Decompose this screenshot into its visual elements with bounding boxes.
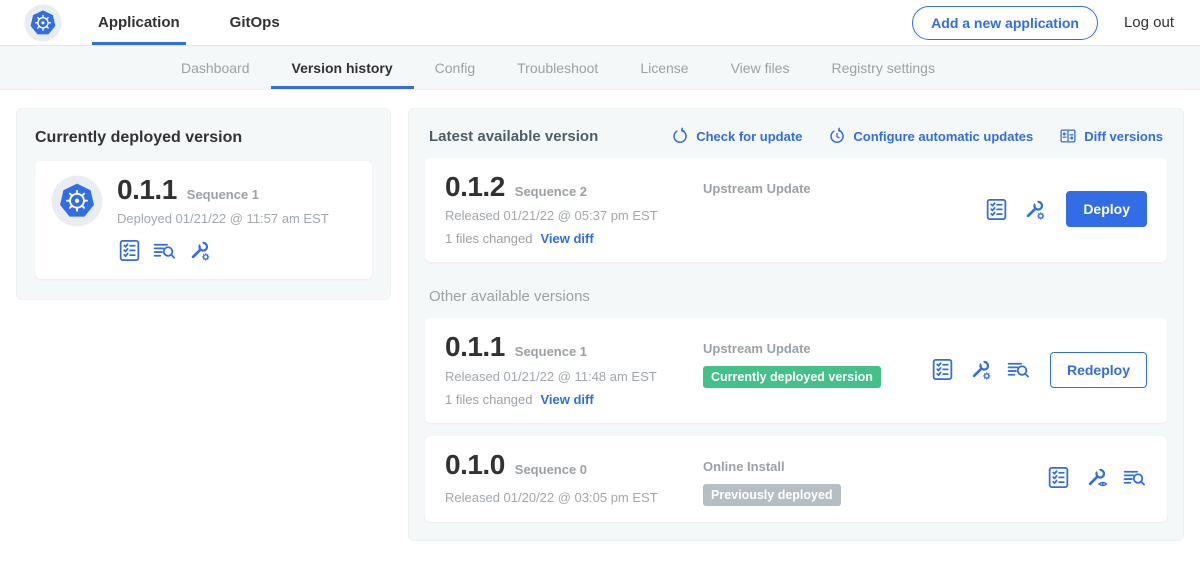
files-changed-label: 1 files changed (445, 392, 532, 407)
row-action-icons (984, 197, 1047, 222)
version-actions-column: Redeploy (930, 352, 1147, 388)
header-tabs: Application GitOps (92, 0, 324, 45)
logout-button[interactable]: Log out (1124, 14, 1174, 31)
version-status-column: Upstream Update Currently deployed versi… (703, 332, 930, 406)
versions-panel-header: Latest available version Check for updat… (425, 123, 1167, 145)
subnav-tab-registry-settings[interactable]: Registry settings (810, 46, 955, 89)
currently-deployed-card: Currently deployed version 0.1.1 Sequenc… (16, 108, 391, 300)
deployed-version-number: 0.1.1 (117, 175, 177, 204)
subnav-tab-view-files[interactable]: View files (710, 46, 811, 89)
config-wrench-gear-icon[interactable] (1022, 197, 1047, 222)
kubernetes-logo-icon (24, 4, 62, 42)
sequence-label: Sequence 2 (515, 184, 587, 199)
status-badge-currently-deployed: Currently deployed version (703, 366, 881, 388)
version-info: 0.1.1 Sequence 1 Released 01/21/22 @ 11:… (445, 332, 703, 406)
main-content: Currently deployed version 0.1.1 Sequenc… (0, 90, 1200, 559)
app-logo-icon (51, 175, 103, 227)
deployed-version-card: 0.1.1 Sequence 1 Deployed 01/21/22 @ 11:… (35, 161, 372, 279)
version-source-label: Upstream Update (703, 341, 930, 356)
deployed-card-title: Currently deployed version (35, 129, 372, 147)
app-subnav: Dashboard Version history Config Trouble… (0, 46, 1200, 90)
versions-panel: Latest available version Check for updat… (408, 108, 1184, 541)
refresh-icon (671, 127, 689, 145)
add-application-button[interactable]: Add a new application (912, 6, 1098, 40)
version-status-column: Upstream Update (703, 172, 984, 246)
schedule-refresh-icon (828, 127, 846, 145)
version-number: 0.1.1 (445, 332, 505, 361)
version-source-label: Online Install (703, 459, 1046, 474)
version-info: 0.1.0 Sequence 0 Released 01/20/22 @ 03:… (445, 450, 703, 506)
app-header: Application GitOps Add a new application… (0, 0, 1200, 46)
latest-available-title: Latest available version (429, 128, 598, 145)
config-wrench-gear-icon[interactable] (968, 357, 993, 382)
subnav-tab-version-history[interactable]: Version history (271, 46, 414, 89)
version-card-0-1-1: 0.1.1 Sequence 1 Released 01/21/22 @ 11:… (425, 318, 1167, 422)
deploy-logs-icon[interactable] (1006, 357, 1031, 382)
configure-automatic-updates-link[interactable]: Configure automatic updates (828, 127, 1033, 145)
deployed-sequence-label: Sequence 1 (187, 187, 259, 202)
version-card-0-1-2: 0.1.2 Sequence 2 Released 01/21/22 @ 05:… (425, 158, 1167, 262)
sequence-label: Sequence 1 (515, 344, 587, 359)
check-for-update-label: Check for update (696, 129, 802, 144)
redeploy-button[interactable]: Redeploy (1050, 352, 1147, 388)
configure-automatic-updates-label: Configure automatic updates (853, 129, 1033, 144)
tab-gitops[interactable]: GitOps (224, 0, 286, 45)
version-actions-column (1046, 465, 1147, 490)
diff-versions-icon (1059, 127, 1077, 145)
version-source-label: Upstream Update (703, 181, 984, 196)
subnav-tab-dashboard[interactable]: Dashboard (160, 46, 271, 89)
preflight-checklist-icon[interactable] (117, 238, 142, 263)
version-actions: Check for update Configure automatic upd… (671, 127, 1163, 145)
config-wrench-gear-icon[interactable] (187, 238, 212, 263)
deployed-action-icons (117, 238, 329, 263)
check-for-update-link[interactable]: Check for update (671, 127, 802, 145)
released-timestamp: Released 01/21/22 @ 05:37 pm EST (445, 208, 703, 223)
preflight-checklist-icon[interactable] (984, 197, 1009, 222)
version-status-column: Online Install Previously deployed (703, 450, 1046, 506)
row-action-icons (930, 357, 1031, 382)
tab-application[interactable]: Application (92, 0, 186, 45)
diff-versions-link[interactable]: Diff versions (1059, 127, 1163, 145)
row-action-icons (1046, 465, 1147, 490)
files-changed-label: 1 files changed (445, 231, 532, 246)
released-timestamp: Released 01/21/22 @ 11:48 am EST (445, 369, 703, 384)
deploy-logs-icon[interactable] (1122, 465, 1147, 490)
deploy-logs-icon[interactable] (152, 238, 177, 263)
deployed-timestamp: Deployed 01/21/22 @ 11:57 am EST (117, 211, 329, 226)
other-available-title: Other available versions (429, 288, 1167, 305)
view-diff-link[interactable]: View diff (540, 231, 593, 246)
version-number: 0.1.0 (445, 450, 505, 479)
sequence-label: Sequence 0 (515, 462, 587, 477)
view-diff-link[interactable]: View diff (540, 392, 593, 407)
version-actions-column: Deploy (984, 191, 1147, 227)
preflight-checklist-icon[interactable] (930, 357, 955, 382)
deploy-button[interactable]: Deploy (1066, 191, 1147, 227)
version-number: 0.1.2 (445, 172, 505, 201)
subnav-tab-license[interactable]: License (619, 46, 709, 89)
version-info: 0.1.2 Sequence 2 Released 01/21/22 @ 05:… (445, 172, 703, 246)
status-badge-previously-deployed: Previously deployed (703, 484, 841, 506)
subnav-tab-troubleshoot[interactable]: Troubleshoot (496, 46, 619, 89)
subnav-tab-config[interactable]: Config (414, 46, 496, 89)
config-wrench-eye-icon[interactable] (1084, 465, 1109, 490)
preflight-checklist-icon[interactable] (1046, 465, 1071, 490)
diff-versions-label: Diff versions (1084, 129, 1163, 144)
deployed-version-info: 0.1.1 Sequence 1 Deployed 01/21/22 @ 11:… (117, 175, 329, 263)
released-timestamp: Released 01/20/22 @ 03:05 pm EST (445, 490, 703, 505)
version-card-0-1-0: 0.1.0 Sequence 0 Released 01/20/22 @ 03:… (425, 436, 1167, 522)
